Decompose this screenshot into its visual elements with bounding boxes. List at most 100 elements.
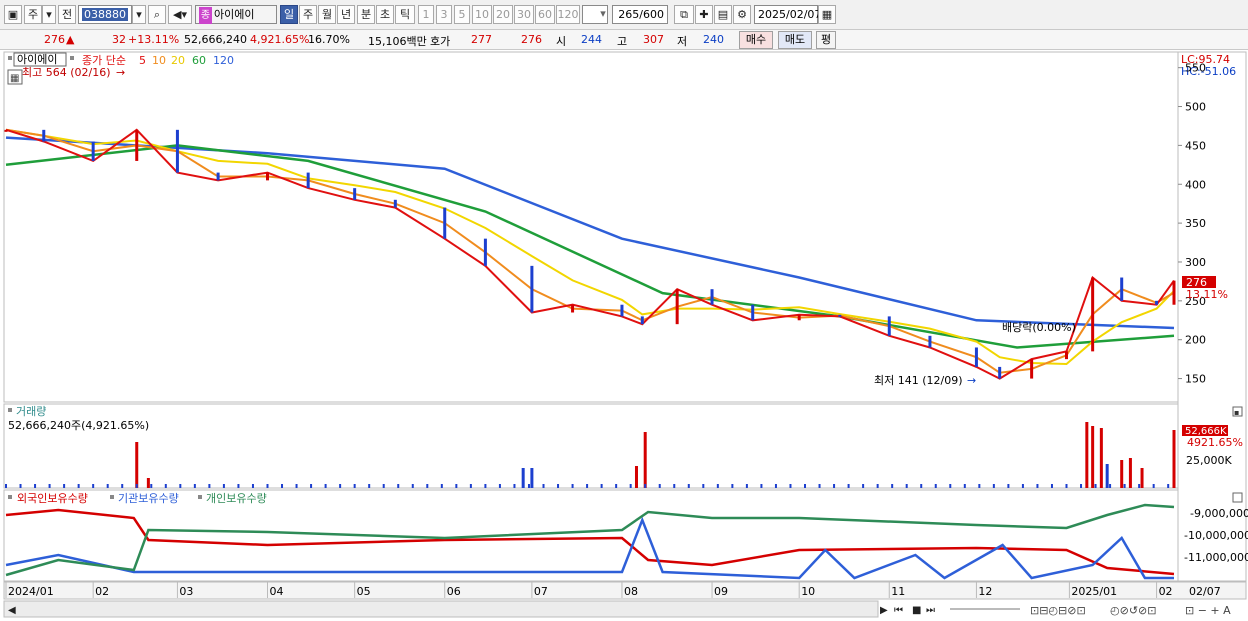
volume-bar [557, 484, 560, 488]
buy-button[interactable]: 매수 [739, 31, 773, 49]
volume-bar [963, 484, 966, 488]
open-price: 244 [581, 33, 602, 46]
evaluation-button[interactable]: 평 [816, 31, 836, 49]
volume-bar [949, 484, 952, 488]
rotate-tools-icon[interactable]: ◴⊘↺⊘⊡ [1110, 604, 1156, 617]
volume-bar [1080, 484, 1083, 488]
interval-3-button[interactable]: 3 [436, 5, 452, 24]
legend-bullet-icon [8, 495, 12, 499]
price-candle [751, 304, 755, 321]
chart-nav-controls: ▶ ⏮ ■ ⏭ ⊡⊟◴⊟⊘⊡ ◴⊘↺⊘⊡ ⊡ − + A [880, 604, 1231, 617]
x-axis-label: 11 [891, 585, 905, 598]
interval-20-button[interactable]: 20 [493, 5, 513, 24]
volume-bar [644, 484, 647, 488]
volume-bar [586, 484, 589, 488]
volume-bar [324, 484, 327, 488]
x-axis-label: 05 [357, 585, 371, 598]
volume-bar [1050, 484, 1053, 488]
volume-bar [484, 484, 487, 488]
sell-button[interactable]: 매도 [778, 31, 812, 49]
price-candle [353, 188, 357, 200]
period-minute-button[interactable]: 분 [357, 5, 375, 24]
price-candle [42, 129, 46, 142]
volume-bar [1091, 426, 1095, 488]
volume-bar [629, 484, 632, 488]
forward-icon[interactable]: ⏭ [926, 605, 935, 616]
volume-bar [833, 484, 836, 488]
volume-bar [150, 484, 153, 488]
volume-bar [164, 484, 167, 488]
period-week-button[interactable]: 주 [299, 5, 317, 24]
save-icon[interactable]: ▤ [714, 5, 732, 24]
volume-bar [208, 484, 211, 488]
interval-30-button[interactable]: 30 [514, 5, 534, 24]
stock-dropdown-icon[interactable]: ▾ [132, 5, 146, 24]
volume-bar [106, 484, 109, 488]
price-candle [393, 199, 397, 208]
period-day-button[interactable]: 일 [280, 5, 298, 24]
candle-type-icon[interactable]: ⧉ [674, 5, 694, 24]
volume-bar [716, 484, 719, 488]
stock-code-input[interactable]: 038880 [78, 5, 132, 24]
volume-bar [774, 484, 777, 488]
x-axis-label: 10 [801, 585, 815, 598]
play-icon[interactable]: ▶ [880, 605, 888, 616]
x-axis-label: 06 [447, 585, 461, 598]
volume-bar [634, 466, 638, 488]
interval-120-button[interactable]: 120 [556, 5, 580, 24]
panel-close-icon[interactable] [1232, 492, 1243, 503]
volume-bar [521, 468, 525, 488]
horizontal-scrollbar[interactable] [3, 600, 879, 618]
interval-5-button[interactable]: 5 [454, 5, 470, 24]
period-year-button[interactable]: 년 [337, 5, 355, 24]
rewind-icon[interactable]: ⏮ [894, 605, 903, 616]
scale-tools-icon[interactable]: ⊡ − + A [1185, 604, 1231, 617]
price-candle [4, 129, 8, 132]
price-candle [710, 289, 714, 305]
sound-icon[interactable]: ◀▾ [168, 5, 192, 24]
hoga-label: 호가 [430, 35, 451, 48]
volume-bar [135, 442, 139, 488]
interval-10-button[interactable]: 10 [472, 5, 492, 24]
volume-bar [368, 484, 371, 488]
ma10-legend: 10 [152, 54, 166, 67]
market-select[interactable]: 주 [24, 5, 42, 24]
price-candle [1120, 277, 1124, 301]
volume-bar [731, 484, 734, 488]
volume-bar [295, 484, 298, 488]
zoom-tools-icon[interactable]: ⊡⊟◴⊟⊘⊡ [1030, 604, 1086, 617]
volume-value-label: 52,666,240주(4,921.65%) [8, 419, 149, 432]
settings-gear-icon[interactable]: ⚙ [733, 5, 751, 24]
stock-chart[interactable]: 아이에이 종가 단순 5 10 20 60 120 ▦ 최고 564 (02/1… [0, 50, 1248, 621]
interval-60-button[interactable]: 60 [535, 5, 555, 24]
price-candle [797, 314, 801, 321]
volume-bar [760, 484, 763, 488]
price-candle [1091, 277, 1095, 352]
period-month-button[interactable]: 월 [318, 5, 336, 24]
low-annotation: 최저 141 (12/09) [874, 374, 963, 387]
data-count-field[interactable]: 265/600 [612, 5, 668, 24]
interval-1-button[interactable]: 1 [418, 5, 434, 24]
volume-y-tick: 25,000K [1186, 454, 1232, 467]
period-second-button[interactable]: 초 [376, 5, 394, 24]
search-icon[interactable]: ⌕ [148, 5, 166, 24]
stop-icon[interactable]: ■ [912, 605, 921, 616]
calendar-icon[interactable]: ▦ [818, 5, 836, 24]
period-tick-button[interactable]: 틱 [395, 5, 415, 24]
holding-y-tick-2: -10,000,000 [1184, 529, 1248, 542]
date-input[interactable]: 2025/02/07 [754, 5, 821, 24]
price-candle [675, 289, 679, 325]
volume-bar [237, 484, 240, 488]
volume-bar [339, 484, 342, 488]
x-axis-label: 02/07 [1189, 585, 1221, 598]
all-filter-button[interactable]: 전 [58, 5, 76, 24]
volume-bar [1172, 430, 1176, 488]
volume-bar [179, 484, 182, 488]
chevron-down-icon[interactable]: ▾ [596, 5, 610, 24]
scroll-left-icon[interactable]: ◀ [8, 605, 16, 616]
window-menu-icon[interactable]: ▣ [4, 5, 22, 24]
volume-ratio: 4,921.65% [250, 33, 310, 46]
chevron-down-icon[interactable]: ▾ [42, 5, 56, 24]
volume-bar [1167, 484, 1170, 488]
crosshair-icon[interactable]: ✚ [695, 5, 713, 24]
